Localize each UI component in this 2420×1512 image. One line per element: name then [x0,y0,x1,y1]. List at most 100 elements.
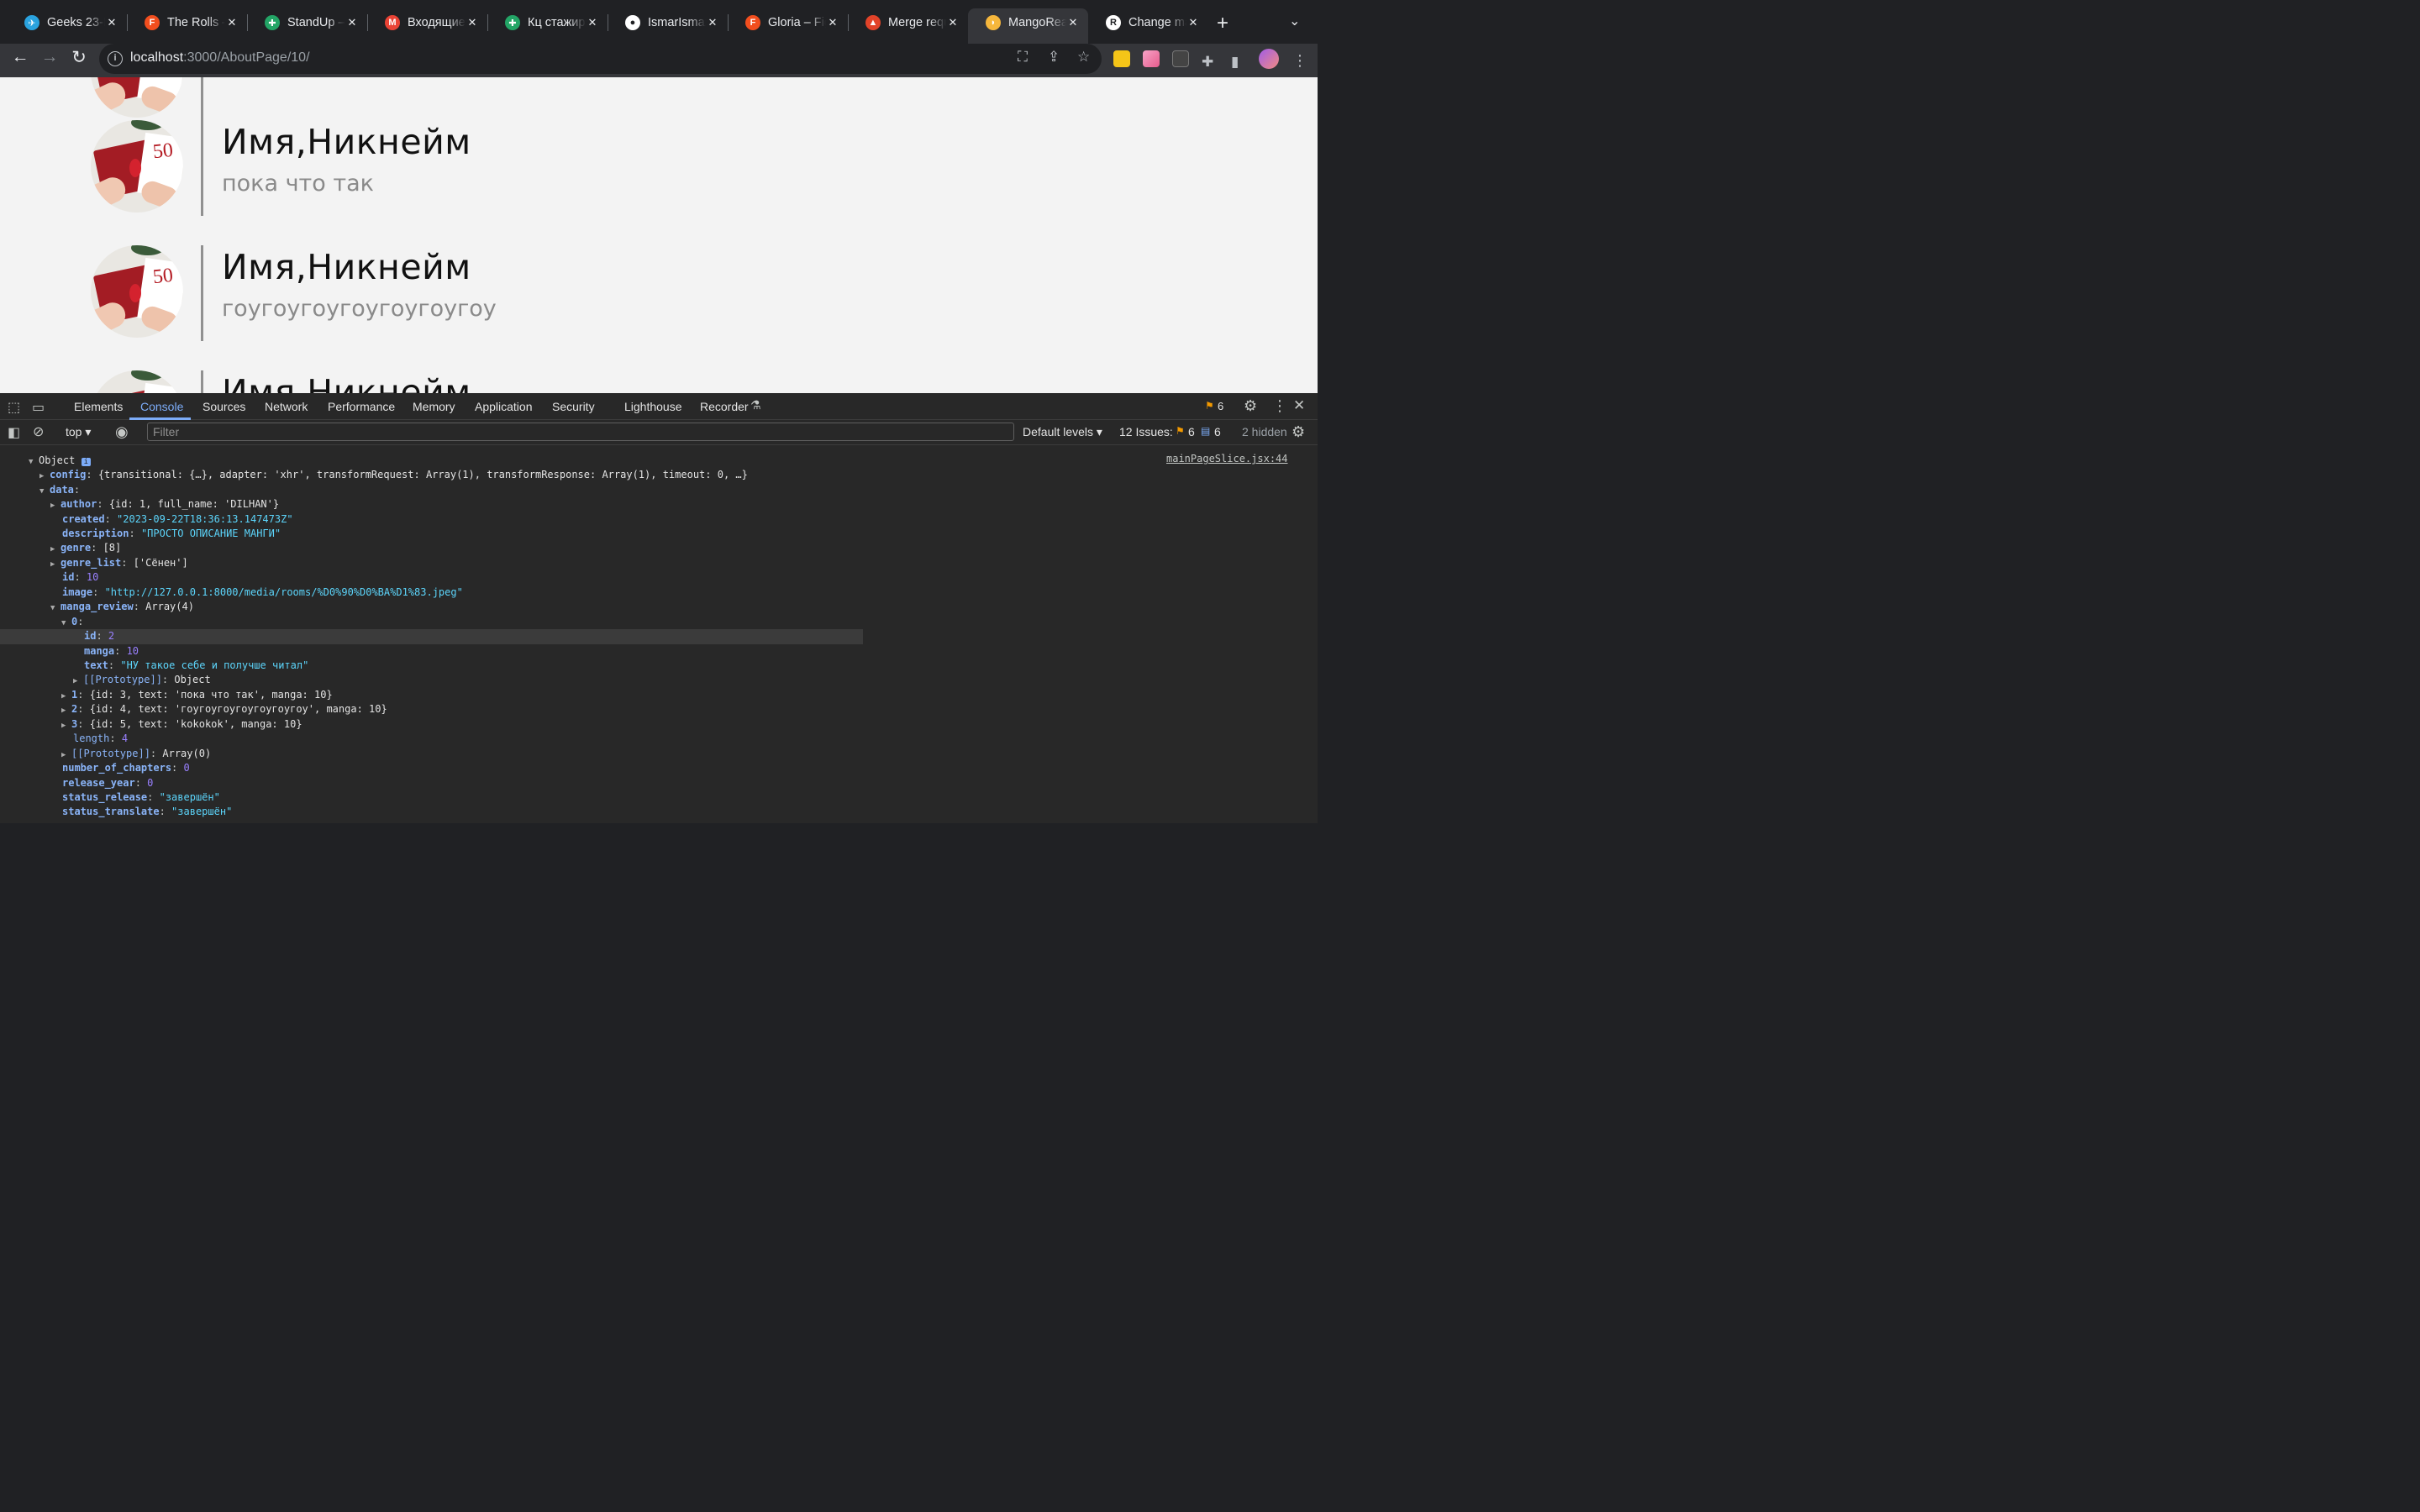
data-row[interactable]: ▼ data: [39,483,80,497]
review-divider [201,245,203,341]
tab-search-chevron-icon[interactable]: ⌄ [1289,13,1300,29]
tab-network[interactable]: Network [265,400,308,413]
clear-console-icon[interactable]: ⊘ [33,423,44,440]
review-0-text-row: text: "НУ такое себе и получше читал" [84,659,309,671]
image-row[interactable]: image: "http://127.0.0.1:8000/media/room… [62,585,463,600]
web-page: 50 Имя,Никнейм пока что так 50 Имя,Никне… [0,77,1318,393]
address-bar[interactable]: i localhost:3000/AboutPage/10/ ⛶ ⇪ ☆ [99,44,1102,74]
browser-tab[interactable]: ▲ Merge requ ✕ [848,8,968,37]
close-tab-icon[interactable]: ✕ [1186,16,1200,29]
issues-label[interactable]: 12 Issues: [1119,425,1173,438]
bookmark-star-icon[interactable]: ☆ [1077,49,1090,66]
filter-input[interactable]: Filter [147,423,1014,441]
issues-info-count[interactable]: 6 [1214,425,1221,438]
browser-tab[interactable]: ✚ Кц стажир ✕ [487,8,608,37]
genre-list-row[interactable]: ▶ genre_list: ['Сёнен'] [50,556,188,570]
close-tab-icon[interactable]: ✕ [466,16,479,29]
description-row: description: "ПРОСТО ОПИСАНИЕ МАНГИ" [62,528,281,539]
flask-icon: ⚗ [750,398,761,412]
close-tab-icon[interactable]: ✕ [1066,16,1080,29]
extension-box-icon[interactable] [1172,50,1189,67]
inspect-element-icon[interactable]: ⬚ [8,399,20,416]
close-tab-icon[interactable]: ✕ [946,16,960,29]
tab-performance[interactable]: Performance [328,400,395,413]
status-release-row: status_release: "завершён" [62,791,220,803]
tab-lighthouse[interactable]: Lighthouse [624,400,682,413]
browser-tab[interactable]: R Change ma ✕ [1088,8,1208,37]
translate-icon[interactable]: ⛶ [1018,49,1028,66]
browser-tab[interactable]: F Gloria – Fig ✕ [728,8,848,37]
close-tab-icon[interactable]: ✕ [586,16,599,29]
tab-title: Geeks 23-Б [47,16,105,29]
forward-icon[interactable]: → [36,47,63,67]
browser-tab[interactable]: ● IsmarIsmaz ✕ [608,8,728,37]
source-link[interactable]: mainPageSlice.jsx:44 [1166,453,1288,465]
live-expression-eye-icon[interactable]: ◉ [115,423,129,441]
side-panel-icon[interactable]: ▮ [1231,54,1239,71]
close-devtools-icon[interactable]: ✕ [1293,397,1305,414]
puzzle-extensions-icon[interactable]: ✚ [1202,54,1213,71]
tab-console[interactable]: Console [140,400,183,413]
close-tab-icon[interactable]: ✕ [345,16,359,29]
log-levels-dropdown[interactable]: Default levels ▾ [1023,425,1102,439]
back-icon[interactable]: ← [7,47,34,67]
tab-recorder[interactable]: Recorder [700,400,749,413]
share-icon[interactable]: ⇪ [1048,49,1060,66]
reviewer-avatar [91,370,183,393]
review-1-row[interactable]: ▶ 1: {id: 3, text: 'пока что так', manga:… [61,688,333,702]
genre-row[interactable]: ▶ genre: [8] [50,541,121,555]
devtools-menu-icon[interactable]: ⋮ [1272,397,1287,415]
author-row[interactable]: ▶ author: {id: 1, full_name: 'DILHAN'} [50,497,279,512]
tab-application[interactable]: Application [475,400,533,413]
browser-tab[interactable]: ✈ Geeks 23-Б ✕ [7,8,127,37]
array-prototype-row[interactable]: ▶ [[Prototype]]: Array(0) [61,747,211,761]
review-divider [201,120,203,216]
settings-gear-icon[interactable]: ⚙ [1244,397,1257,415]
review-0-prototype-row[interactable]: ▶ [[Prototype]]: Object [73,673,211,687]
warnings-count[interactable]: 6 [1218,400,1223,412]
object-root[interactable]: ▼ Object i [29,454,92,468]
close-tab-icon[interactable]: ✕ [225,16,239,29]
config-row[interactable]: ▶ config: {transitional: {…}, adapter: 'x… [39,468,748,482]
extension-chart-icon[interactable] [1113,50,1130,67]
review-text: гоугоугоугоугоугоугоу [222,296,497,322]
close-tab-icon[interactable]: ✕ [105,16,118,29]
browser-toolbar: ← → ↻ i localhost:3000/AboutPage/10/ ⛶ ⇪… [0,44,1318,77]
extension-gradient-icon[interactable] [1143,50,1160,67]
tab-security[interactable]: Security [552,400,595,413]
sidebar-toggle-icon[interactable]: ◧ [8,424,20,441]
issues-info-icon[interactable]: ▤ [1201,425,1210,437]
close-tab-icon[interactable]: ✕ [706,16,719,29]
tab-memory[interactable]: Memory [413,400,455,413]
manga-review-row[interactable]: ▼ manga_review: Array(4) [50,600,194,614]
review-0-row[interactable]: ▼ 0: [61,615,83,629]
console-settings-icon[interactable]: ⚙ [1292,423,1305,441]
close-tab-icon[interactable]: ✕ [826,16,839,29]
review-3-row[interactable]: ▶ 3: {id: 5, text: 'kokokok', manga: 10} [61,717,302,732]
issues-warning-count[interactable]: 6 [1188,425,1195,438]
tab-title: Gloria – Fig [768,16,826,29]
tab-elements[interactable]: Elements [74,400,123,413]
github-icon: ● [625,15,640,30]
tab-sources[interactable]: Sources [203,400,245,413]
browser-menu-icon[interactable]: ⋮ [1292,52,1307,70]
release-year-row: release_year: 0 [62,777,154,789]
new-tab-button[interactable]: + [1217,12,1228,35]
browser-tab[interactable]: F The Rolls – ✕ [127,8,247,37]
id-row: id: 10 [62,571,99,583]
site-info-icon[interactable]: i [108,51,123,66]
warning-flag-icon[interactable]: ⚑ [1205,400,1214,412]
profile-avatar-icon[interactable] [1259,49,1279,69]
device-toolbar-icon[interactable]: ▭ [32,399,45,416]
reload-icon[interactable]: ↻ [66,47,92,68]
browser-tab[interactable]: M Входящие ✕ [367,8,487,37]
browser-tab[interactable]: ✚ StandUp – ✕ [247,8,367,37]
context-selector[interactable]: top ▾ [66,425,91,439]
review-0-id-row: id: 2 [84,630,115,642]
reviewer-avatar [91,77,183,118]
review-2-row[interactable]: ▶ 2: {id: 4, text: 'гоугоугоугоугоугоугоу… [61,702,387,717]
url-text[interactable]: localhost:3000/AboutPage/10/ [130,50,310,66]
devtools-tabbar: ⬚ ▭ Elements Console Sources Network Per… [0,393,1318,420]
issues-warning-icon[interactable]: ⚑ [1176,425,1185,437]
browser-tab[interactable]: ◗ MangoRea ✕ [968,8,1088,44]
